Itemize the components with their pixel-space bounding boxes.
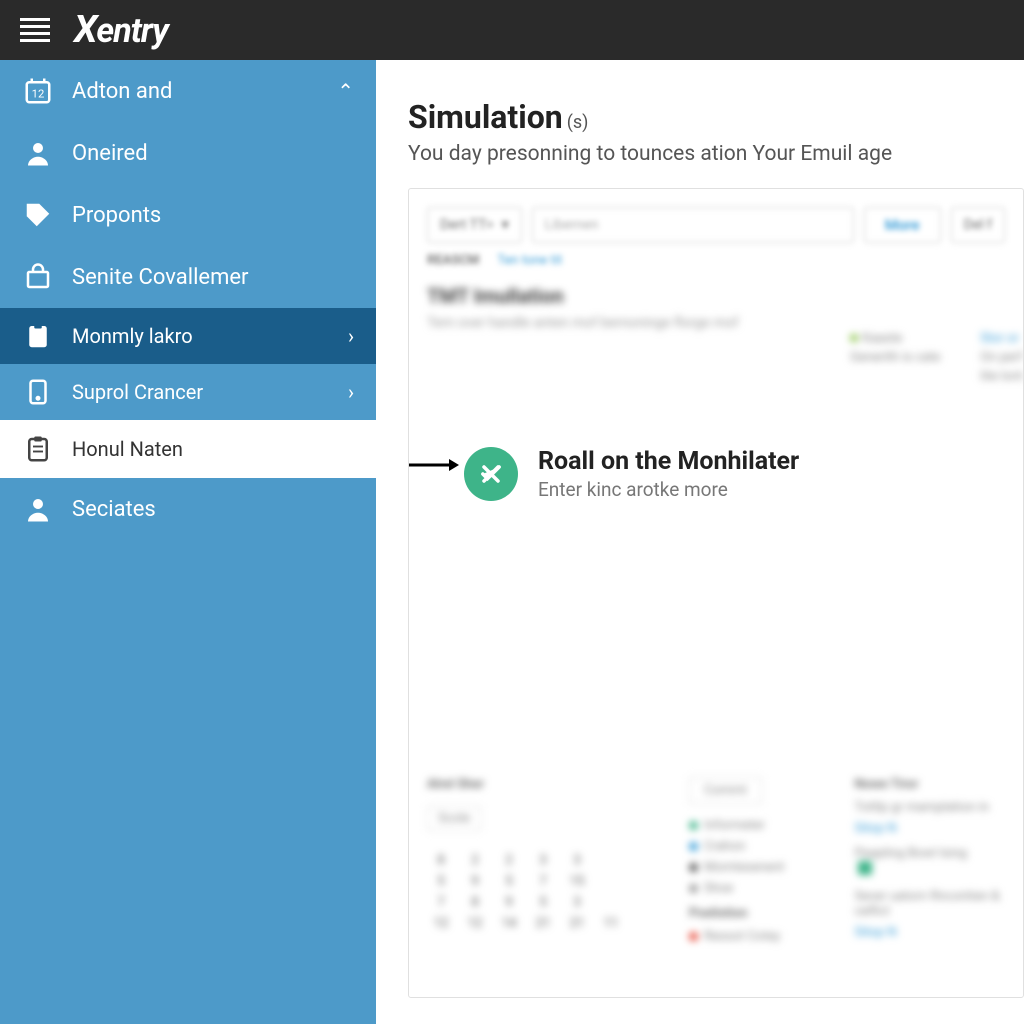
- app-header: Xentry: [0, 0, 1024, 60]
- page-title-text: Simulation: [408, 98, 563, 136]
- callout: Roall on the Monhilater Enter kinc arotk…: [464, 447, 799, 501]
- hamburger-icon[interactable]: [20, 18, 50, 42]
- person-icon: [22, 137, 54, 169]
- bottom-preview: Alrel Sher Scole 82233595715789531212142…: [409, 777, 1023, 997]
- col2-header2: Poelistion: [689, 906, 824, 921]
- arrow-icon: [408, 455, 461, 475]
- search-placeholder: Libernen: [545, 217, 599, 233]
- clipboard-list-icon: [22, 433, 54, 465]
- link-b: On perf: [980, 350, 1023, 365]
- sidebar-item-seciates[interactable]: Seciates: [0, 478, 376, 540]
- col3-text-c: Sever uatorn Rncontien & celfict: [854, 889, 1005, 919]
- sidebar-item-oneired[interactable]: Oneired: [0, 122, 376, 184]
- sidebar-item-suprol[interactable]: Suprol Crancer ›: [0, 364, 376, 420]
- search-field[interactable]: Libernen: [532, 207, 854, 243]
- more-button[interactable]: More: [864, 207, 941, 243]
- link-a: Stor or: [980, 331, 1019, 346]
- sidebar-item-label: Monmly lakro: [72, 324, 193, 348]
- chevron-up-icon: ⌃: [337, 79, 354, 103]
- cal-header: Scole: [427, 806, 481, 831]
- col3-link1[interactable]: Sitop N: [854, 821, 1005, 836]
- page-subtitle: You day presonning to tounces ation Your…: [408, 142, 1024, 166]
- chevron-right-icon: ›: [348, 324, 354, 348]
- check-circle-icon: [464, 447, 518, 501]
- tab-2[interactable]: Ten tone tit: [497, 253, 562, 268]
- toolbar: Dert TT> ▾ Libernen More Del f: [409, 207, 1023, 243]
- brand-logo[interactable]: Xentry: [74, 8, 168, 52]
- content-card: Dert TT> ▾ Libernen More Del f REASCM Te…: [408, 188, 1024, 998]
- preview-text: Tern over handle anten mof bernoninge fl…: [427, 314, 747, 334]
- calendar-icon: 12: [22, 75, 54, 107]
- col1-header: Alrel Sher: [427, 777, 659, 792]
- sidebar: 12 Adton and ⌃ Oneired Proponts Senite C…: [0, 60, 376, 1024]
- tab-row: REASCM Ten tone tit: [409, 243, 1023, 268]
- sidebar-item-label: Adton and: [72, 79, 172, 104]
- tab-1[interactable]: REASCM: [427, 253, 479, 268]
- sidebar-item-label: Oneired: [72, 141, 148, 166]
- blurred-preview: TMT Imullation Tern over handle anten mo…: [409, 268, 1023, 334]
- link-c: lite lont: [980, 369, 1023, 384]
- main-content: Simulation(s) You day presonning to toun…: [376, 60, 1024, 1024]
- legend: InformeterCrahonMomtesenentShoe: [689, 818, 824, 896]
- col3-text-b: Peapling Bowl lsing: [854, 846, 1005, 861]
- col3-header: Nowe Tiror: [854, 777, 1005, 792]
- person-icon: [22, 493, 54, 525]
- page-title: Simulation(s): [408, 98, 1024, 136]
- calendar-grid: 8223359571578953121214212111: [427, 853, 659, 931]
- sidebar-item-label: Senite Covallemer: [72, 265, 249, 290]
- status-label: Kaaste: [862, 331, 902, 346]
- commit-button[interactable]: Commt: [689, 777, 762, 804]
- sidebar-item-proponts[interactable]: Proponts: [0, 184, 376, 246]
- sidebar-item-label: Suprol Crancer: [72, 380, 203, 404]
- sidebar-item-label: Seciates: [72, 497, 156, 522]
- chevron-right-icon: ›: [348, 380, 354, 404]
- sidebar-item-honut[interactable]: Honul Naten: [0, 420, 376, 478]
- status-sub: Generith is cate: [850, 350, 940, 365]
- page-title-suffix: (s): [567, 112, 589, 133]
- sidebar-item-label: Honul Naten: [72, 437, 183, 461]
- tag-icon: [22, 199, 54, 231]
- brand-text: entry: [96, 11, 167, 51]
- sidebar-item-senite[interactable]: Senite Covallemer: [0, 246, 376, 308]
- svg-text:12: 12: [32, 87, 45, 100]
- sidebar-item-monmly[interactable]: Monmly lakro ›: [0, 308, 376, 364]
- clipboard-icon: [22, 320, 54, 352]
- bag-icon: [22, 261, 54, 293]
- device-icon: [22, 376, 54, 408]
- sidebar-item-label: Proponts: [72, 203, 161, 228]
- col3-text-a: Tottlp gr mamplation in: [854, 800, 1005, 815]
- sidebar-item-adton[interactable]: 12 Adton and ⌃: [0, 60, 376, 122]
- filter-dropdown[interactable]: Dert TT> ▾: [427, 207, 522, 243]
- extra-dropdown[interactable]: Del f: [951, 207, 1005, 243]
- col3-link2[interactable]: Sitop N: [854, 925, 1005, 940]
- preview-title: TMT Imullation: [427, 284, 1005, 308]
- callout-title: Roall on the Monhilater: [538, 447, 799, 476]
- dropdown-label: Dert TT>: [440, 217, 494, 233]
- pos-item: Ressot Cotey: [704, 929, 780, 944]
- callout-sub: Enter kinc arotke more: [538, 478, 799, 501]
- caret-down-icon: ▾: [502, 217, 509, 233]
- preview-right: Kaaste Generith is cate Stor or On perf …: [850, 331, 1023, 384]
